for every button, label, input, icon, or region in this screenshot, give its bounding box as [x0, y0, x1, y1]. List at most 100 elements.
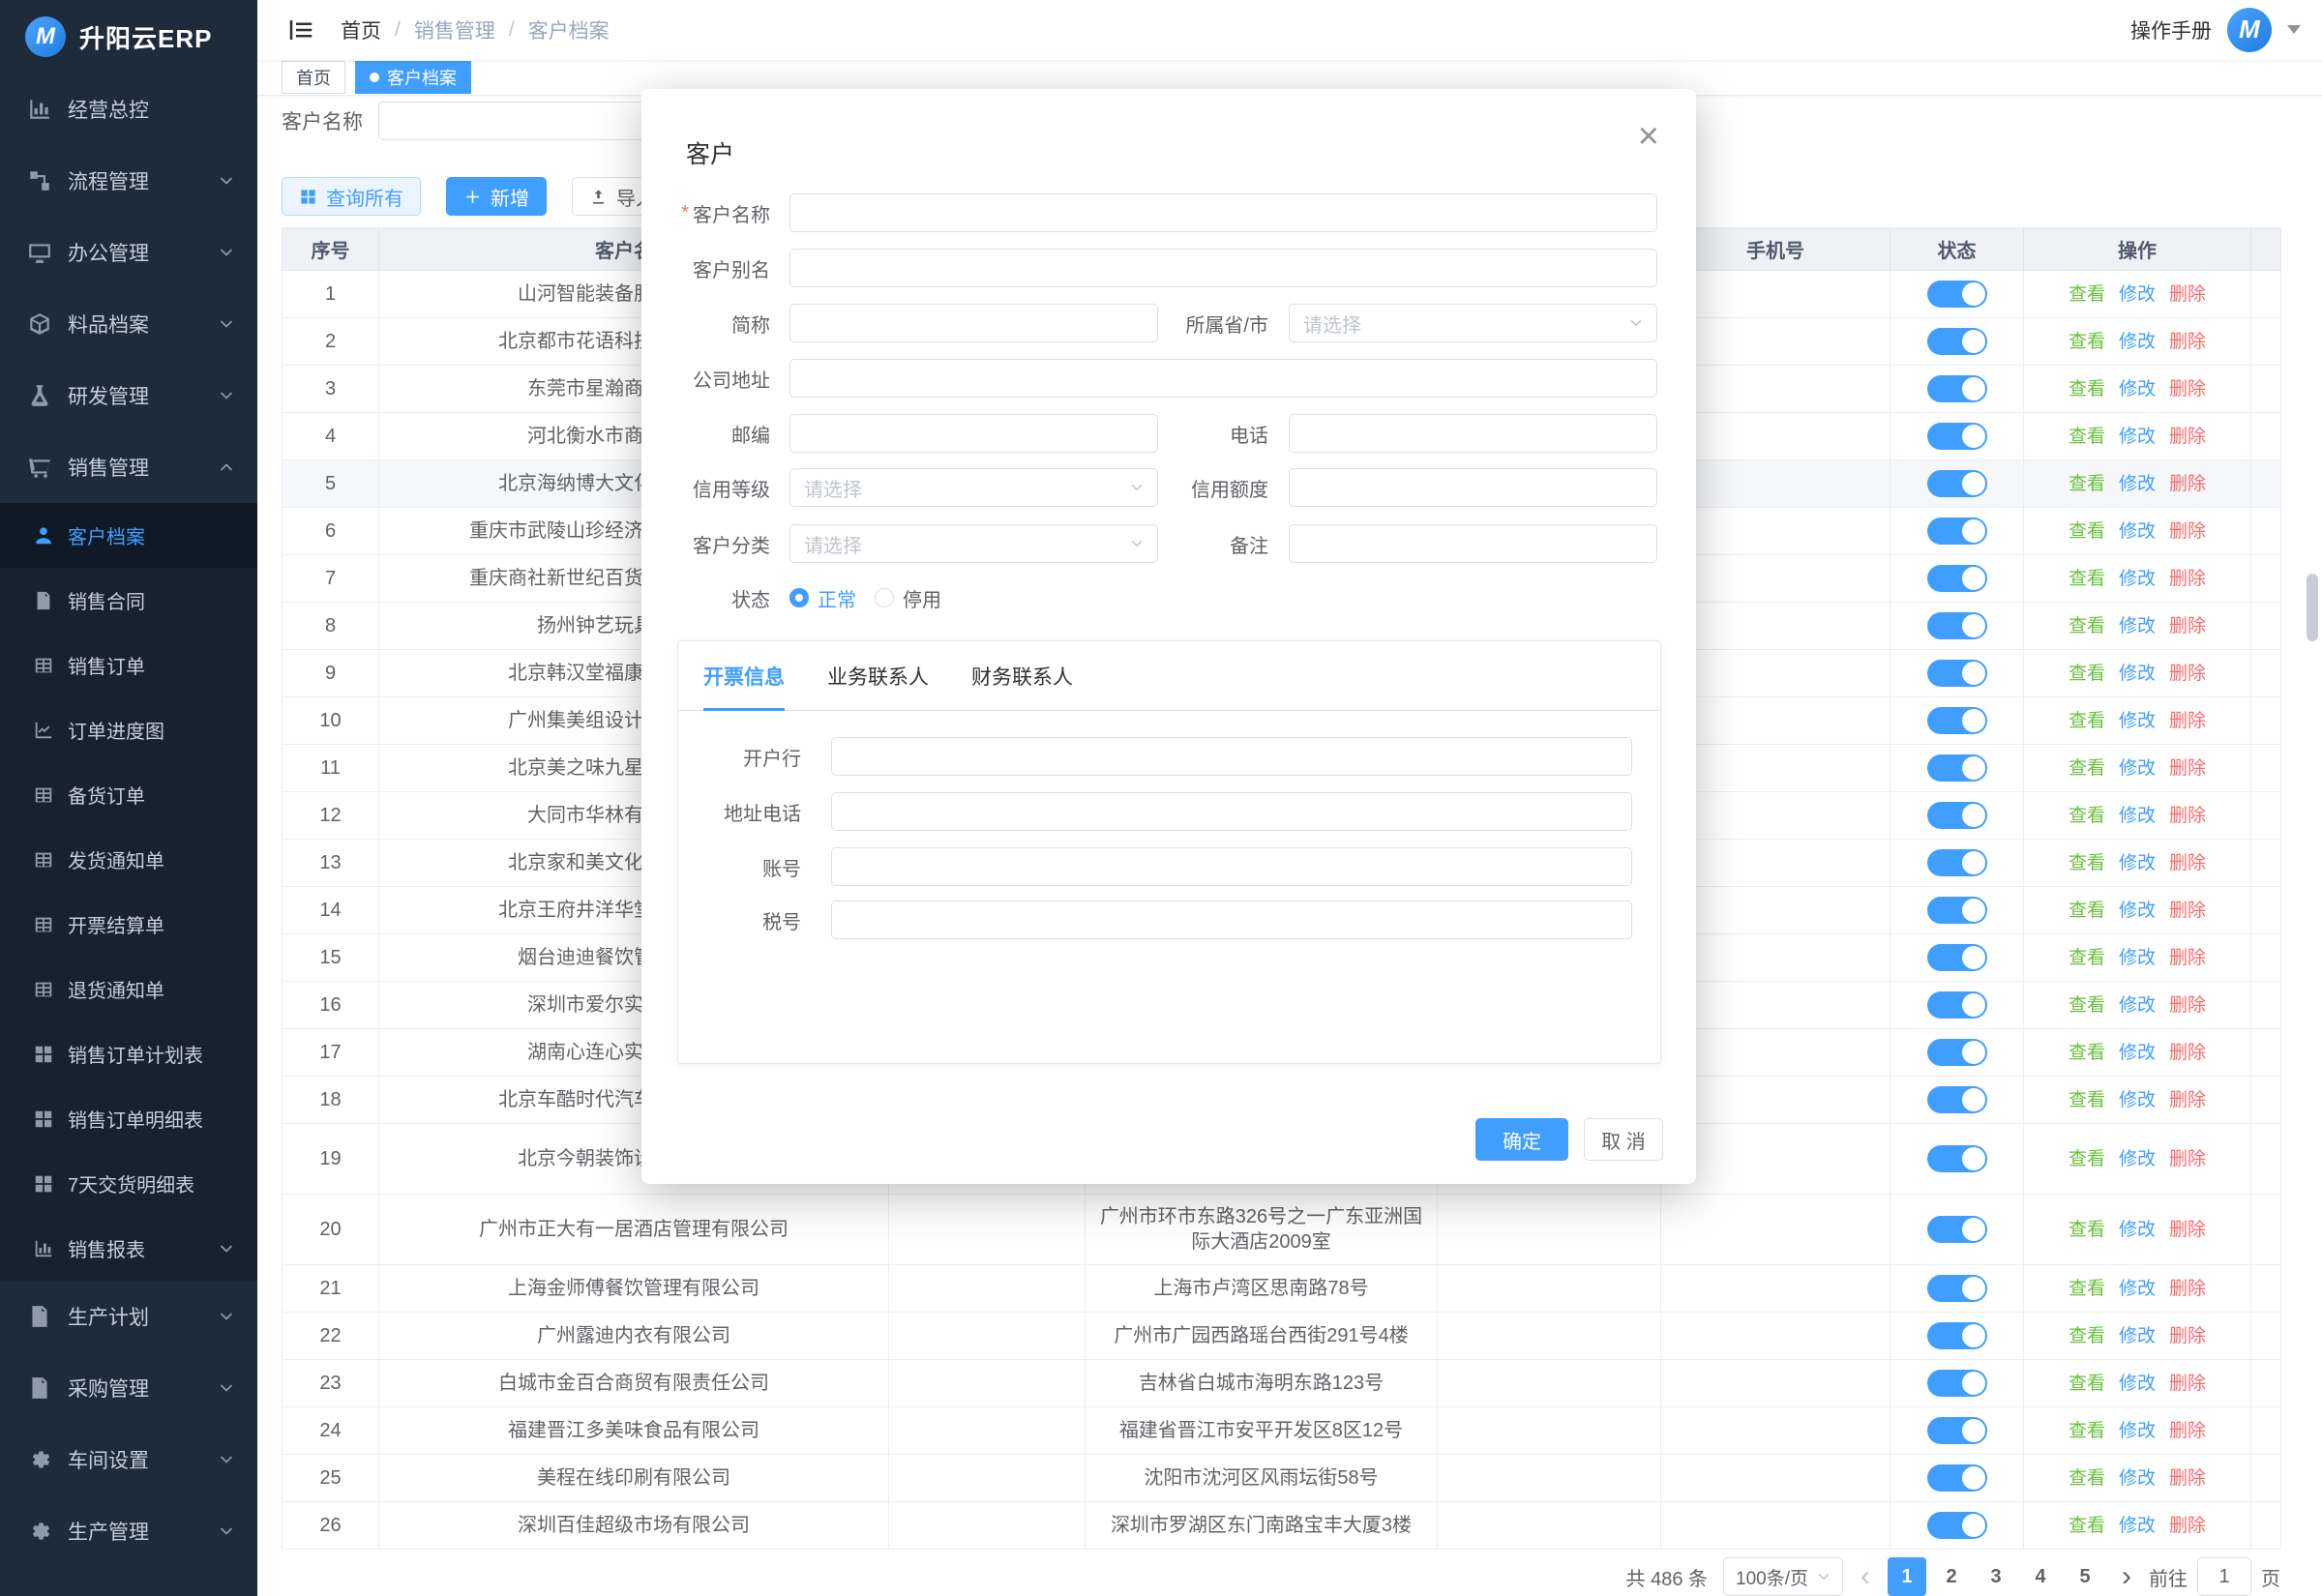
edit-link[interactable]: 修改 [2119, 616, 2156, 636]
del-link[interactable]: 删除 [2169, 1421, 2206, 1441]
del-link[interactable]: 删除 [2169, 664, 2206, 684]
confirm-button[interactable]: 确定 [1475, 1118, 1568, 1161]
status-toggle[interactable] [1927, 328, 1987, 355]
status-toggle[interactable] [1927, 1216, 1987, 1243]
status-toggle[interactable] [1927, 802, 1987, 829]
del-link[interactable]: 删除 [2169, 332, 2206, 352]
del-link[interactable]: 删除 [2169, 1090, 2206, 1110]
status-radio-disabled[interactable]: 停用 [875, 578, 941, 617]
view-link[interactable]: 查看 [2069, 616, 2105, 636]
view-link[interactable]: 查看 [2069, 1421, 2105, 1441]
sidebar-item-workshop-settings[interactable]: 车间设置 [0, 1424, 257, 1495]
edit-link[interactable]: 修改 [2119, 1516, 2156, 1536]
view-link[interactable]: 查看 [2069, 711, 2105, 731]
del-link[interactable]: 删除 [2169, 901, 2206, 921]
edit-link[interactable]: 修改 [2119, 1149, 2156, 1169]
sidebar-item-sales-report[interactable]: 销售报表 [0, 1216, 257, 1281]
status-toggle[interactable] [1927, 612, 1987, 639]
edit-link[interactable]: 修改 [2119, 474, 2156, 494]
phone-input[interactable] [1289, 414, 1657, 453]
del-link[interactable]: 删除 [2169, 1326, 2206, 1346]
status-toggle[interactable] [1927, 754, 1987, 782]
page-button-5[interactable]: 5 [2066, 1557, 2104, 1596]
add-button[interactable]: 新增 [446, 177, 547, 216]
view-link[interactable]: 查看 [2069, 1374, 2105, 1394]
del-link[interactable]: 删除 [2169, 711, 2206, 731]
remark-input[interactable] [1289, 524, 1657, 563]
view-link[interactable]: 查看 [2069, 474, 2105, 494]
sidebar-item-process-management[interactable]: 流程管理 [0, 145, 257, 217]
cancel-button[interactable]: 取 消 [1584, 1118, 1663, 1161]
sidebar-item-production-plan[interactable]: 生产计划 [0, 1281, 257, 1352]
avatar[interactable]: M [2227, 8, 2272, 52]
sidebar-item-order-progress-chart[interactable]: 订单进度图 [0, 697, 257, 762]
next-page-button[interactable]: › [2120, 1562, 2133, 1591]
customer-alias-input[interactable] [789, 249, 1657, 287]
del-link[interactable]: 删除 [2169, 1279, 2206, 1299]
view-link[interactable]: 查看 [2069, 1516, 2105, 1536]
sidebar-item-sales-management[interactable]: 销售管理 [0, 431, 257, 503]
sidebar-item-production-management[interactable]: 生产管理 [0, 1495, 257, 1567]
del-link[interactable]: 删除 [2169, 616, 2206, 636]
del-link[interactable]: 删除 [2169, 569, 2206, 589]
edit-link[interactable]: 修改 [2119, 758, 2156, 779]
page-size-select[interactable]: 100条/页 [1723, 1557, 1843, 1596]
status-radio-normal[interactable]: 正常 [789, 578, 856, 617]
edit-link[interactable]: 修改 [2119, 1468, 2156, 1489]
tab-business-contact[interactable]: 业务联系人 [827, 641, 929, 710]
sidebar-item-seven-day-delivery[interactable]: 7天交货明细表 [0, 1151, 257, 1216]
status-toggle[interactable] [1927, 1145, 1987, 1172]
view-link[interactable]: 查看 [2069, 427, 2105, 447]
zip-input[interactable] [789, 414, 1158, 453]
view-link[interactable]: 查看 [2069, 284, 2105, 305]
status-toggle[interactable] [1927, 944, 1987, 971]
status-toggle[interactable] [1927, 1370, 1987, 1397]
view-link[interactable]: 查看 [2069, 521, 2105, 542]
edit-link[interactable]: 修改 [2119, 1279, 2156, 1299]
category-select[interactable]: 请选择 [789, 524, 1158, 563]
bank-address-phone-input[interactable] [831, 792, 1632, 831]
status-toggle[interactable] [1927, 991, 1987, 1019]
account-no-input[interactable] [831, 847, 1632, 886]
page-button-3[interactable]: 3 [1977, 1557, 2015, 1596]
edit-link[interactable]: 修改 [2119, 901, 2156, 921]
credit-limit-input[interactable] [1289, 468, 1657, 507]
view-link[interactable]: 查看 [2069, 806, 2105, 826]
edit-link[interactable]: 修改 [2119, 853, 2156, 873]
status-toggle[interactable] [1927, 1464, 1987, 1492]
view-link[interactable]: 查看 [2069, 1279, 2105, 1299]
edit-link[interactable]: 修改 [2119, 1374, 2156, 1394]
breadcrumb-home[interactable]: 首页 [341, 15, 381, 44]
status-toggle[interactable] [1927, 281, 1987, 308]
edit-link[interactable]: 修改 [2119, 1043, 2156, 1063]
short-name-input[interactable] [789, 304, 1158, 342]
sidebar-item-shipping-notice[interactable]: 发货通知单 [0, 827, 257, 892]
status-toggle[interactable] [1927, 470, 1987, 497]
edit-link[interactable]: 修改 [2119, 569, 2156, 589]
view-link[interactable]: 查看 [2069, 1090, 2105, 1110]
goto-page-input[interactable] [2197, 1557, 2251, 1596]
query-all-button[interactable]: 查询所有 [282, 177, 421, 216]
sidebar-item-business-overview[interactable]: 经营总控 [0, 74, 257, 145]
sidebar-item-purchase-management[interactable]: 采购管理 [0, 1352, 257, 1424]
edit-link[interactable]: 修改 [2119, 427, 2156, 447]
del-link[interactable]: 删除 [2169, 1220, 2206, 1240]
del-link[interactable]: 删除 [2169, 427, 2206, 447]
sidebar-item-sales-order-detail[interactable]: 销售订单明细表 [0, 1086, 257, 1151]
edit-link[interactable]: 修改 [2119, 1090, 2156, 1110]
status-toggle[interactable] [1927, 660, 1987, 687]
tab-tag-customer-files[interactable]: 客户档案 [355, 61, 471, 94]
status-toggle[interactable] [1927, 517, 1987, 545]
del-link[interactable]: 删除 [2169, 948, 2206, 968]
manual-link[interactable]: 操作手册 [2130, 15, 2212, 44]
page-scrollbar[interactable] [2307, 574, 2318, 641]
sidebar-item-sales-contract[interactable]: 销售合同 [0, 568, 257, 633]
customer-name-input[interactable] [789, 193, 1657, 232]
prev-page-button[interactable]: ‹ [1859, 1562, 1872, 1591]
del-link[interactable]: 删除 [2169, 284, 2206, 305]
sidebar-item-sales-order[interactable]: 销售订单 [0, 633, 257, 697]
del-link[interactable]: 删除 [2169, 1043, 2206, 1063]
page-button-2[interactable]: 2 [1932, 1557, 1971, 1596]
page-button-1[interactable]: 1 [1888, 1557, 1926, 1596]
del-link[interactable]: 删除 [2169, 995, 2206, 1016]
